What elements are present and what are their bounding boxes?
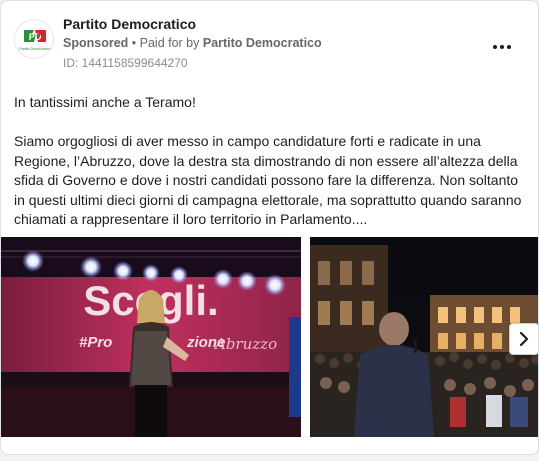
pd-logo-icon: PD Partito Democratico — [19, 28, 51, 51]
sponsored-line: Sponsored • Paid for by Partito Democrat… — [63, 36, 322, 50]
body-paragraph-1: In tantissimi anche a Teramo! — [14, 94, 196, 110]
more-options-button[interactable] — [490, 39, 514, 55]
banner-region: Abruzzo — [213, 335, 277, 353]
carousel-next-button[interactable] — [509, 323, 538, 355]
ad-header: PD Partito Democratico Partito Democrati… — [13, 13, 526, 73]
carousel-slide-2[interactable] — [310, 237, 538, 437]
image-carousel: Scegli. #Pro zione Abruzzo — [1, 237, 538, 439]
banner-hashtag: #Pro — [79, 334, 112, 351]
paid-for-by-name: Partito Democratico — [202, 36, 322, 50]
stage-speaker-photo: Scegli. #Pro zione Abruzzo — [1, 237, 301, 437]
ad-body-text: In tantissimi anche a Teramo! Siamo orgo… — [14, 93, 526, 249]
svg-text:Partito Democratico: Partito Democratico — [19, 47, 51, 51]
carousel-slide-1[interactable]: Scegli. #Pro zione Abruzzo — [1, 237, 301, 437]
piazza-crowd-photo — [310, 237, 538, 437]
meta-separator: • — [128, 36, 140, 50]
body-paragraph-2: Siamo orgogliosi di aver messo in campo … — [14, 133, 522, 227]
ad-card: PD Partito Democratico Partito Democrati… — [0, 0, 539, 455]
chevron-right-icon — [519, 332, 529, 346]
paid-for-prefix: Paid for by — [139, 36, 203, 50]
more-horizontal-icon — [493, 45, 497, 49]
sponsored-label: Sponsored — [63, 36, 129, 50]
ad-id: ID: 1441158599644270 — [63, 56, 188, 70]
advertiser-name[interactable]: Partito Democratico — [63, 16, 196, 32]
advertiser-logo[interactable]: PD Partito Democratico — [14, 19, 54, 59]
